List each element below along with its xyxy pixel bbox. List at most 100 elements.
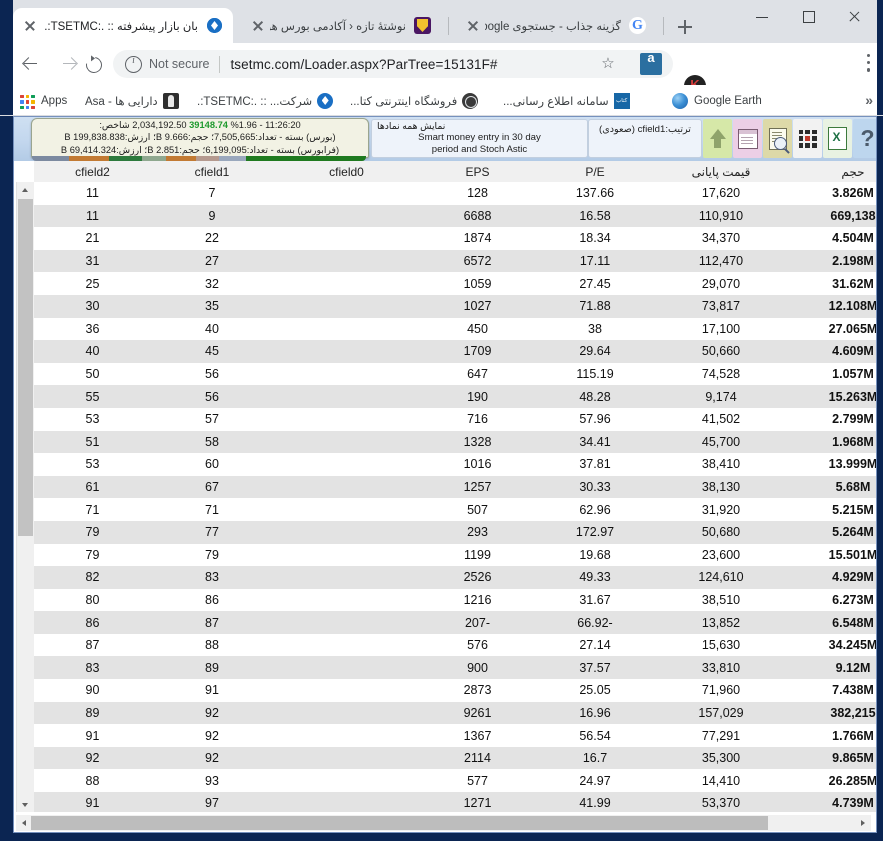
column-header-closing-price[interactable]: قیمت پایانی (655, 161, 787, 183)
excel-export-button[interactable] (823, 119, 852, 158)
column-header-cfield1[interactable]: cfield1 (151, 161, 273, 183)
cell-pe: 29.64 (535, 340, 655, 363)
cell-f0 (273, 317, 420, 341)
table-row[interactable]: بکرمان9.12M33,81037.579008983 (34, 656, 877, 680)
table-row[interactable]: فرابورس12.108M73,81771.8810273530 (34, 294, 877, 318)
table-row[interactable]: تایرا5.68M38,13030.3312576761 (34, 475, 877, 499)
table-row[interactable]: غشصفا5.215M31,92062.965077171 (34, 498, 877, 521)
cell-pe: 62.96 (535, 498, 655, 521)
back-button[interactable] (18, 51, 44, 77)
bookmark-apps[interactable]: Apps (20, 90, 67, 111)
table-row[interactable]: دلر669,138110,91016.586688911 (34, 204, 877, 228)
column-header-volume[interactable]: حجم (787, 161, 877, 183)
cell-f2: 79 (34, 543, 151, 567)
cell-pe: 19.68 (535, 543, 655, 567)
table-row[interactable]: آریا382,215157,02916.9692619289 (34, 701, 877, 725)
cell-vol: 31.62M (787, 272, 877, 295)
url-text[interactable]: tsetmc.com/Loader.aspx?ParTree=15131F# (230, 57, 497, 72)
vertical-scrollbar[interactable] (16, 182, 34, 812)
bookmark-tsetmc[interactable]: شرکت... :: .:TSETMC:. (197, 90, 334, 111)
table-row[interactable]: غفارس6.548M13,852-66.92-2078786 (34, 611, 877, 634)
table-row[interactable]: شگل4.504M34,37018.3418742221 (34, 227, 877, 250)
table-row[interactable]: دبارس2.198M112,47017.1165722731 (34, 249, 877, 273)
scroll-left-button[interactable] (16, 815, 31, 831)
cell-f0 (273, 588, 420, 612)
table-row[interactable]: بورس4.929M124,61049.3325268382 (34, 566, 877, 589)
table-row[interactable]: دکیمی6.273M38,51031.6712168680 (34, 588, 877, 612)
tab-google-search[interactable]: G گزینه جذاب - جستجوی Google (456, 8, 656, 43)
table-row[interactable]: وایران26.285M14,41024.975779388 (34, 769, 877, 793)
bookmark-bookstore[interactable]: فروشگاه اینترنتی کتا... (350, 90, 479, 111)
cell-pe: 18.34 (535, 227, 655, 250)
column-header-cfield0[interactable]: cfield0 (273, 161, 420, 183)
maximize-button[interactable] (785, 0, 831, 33)
ticker-index-prefix: شاخص: (99, 120, 130, 130)
cell-eps: 900 (420, 656, 535, 680)
horizontal-scrollbar[interactable] (16, 815, 871, 831)
bookmark-google-earth[interactable]: Google Earth (672, 90, 762, 111)
table-row[interactable]: ولشرق15.263M9,17448.281905655 (34, 385, 877, 408)
table-row[interactable]: آب13.999M38,41037.8110166053 (34, 453, 877, 476)
site-info-icon[interactable] (125, 55, 142, 73)
amazon-icon[interactable] (640, 50, 662, 75)
help-button[interactable]: ? (853, 119, 877, 158)
table-row[interactable]: وبست27.065M17,100384504036 (34, 317, 877, 341)
cell-f1: 79 (151, 543, 273, 567)
calendar-button[interactable] (733, 119, 762, 158)
address-bar[interactable]: Not secure tsetmc.com/Loader.aspx?ParTre… (113, 50, 673, 78)
bookmark-asa[interactable]: دارایی ها - Asa (85, 90, 179, 111)
table-row[interactable]: مفاخر2.799M41,50257.967165753 (34, 407, 877, 431)
ticker-percent: %1.96 (230, 120, 257, 130)
table-row[interactable]: زگلدشت4.609M50,66029.6417094540 (34, 340, 877, 363)
table-row[interactable]: بفجر9.865M35,30016.721149292 (34, 746, 877, 770)
cell-f1: 60 (151, 453, 273, 476)
bookmark-information-system[interactable]: سامانه اطلاع رسانی... (503, 90, 630, 111)
tab-academy[interactable]: نوشتهٔ تازه ‹ آکادمی بورس هو (241, 8, 441, 43)
grid-view-button[interactable] (793, 119, 822, 158)
search-document-button[interactable] (763, 119, 792, 158)
column-header-pe[interactable]: P/E (535, 161, 655, 183)
close-window-button[interactable] (831, 0, 877, 33)
bookmark-label: شرکت... :: .:TSETMC:. (197, 95, 313, 108)
table-row[interactable]: شفارس5.264M50,680172.972937779 (34, 520, 877, 544)
table-row[interactable]: غالبر3.826M17,620137.66128711 (34, 182, 877, 205)
table-row[interactable]: قرن7.438M71,96025.0528739190 (34, 679, 877, 702)
bookmark-star-icon[interactable]: ☆ (600, 56, 616, 72)
new-tab-button[interactable] (675, 17, 694, 36)
table-row[interactable]: تاصیکو34.245M15,63027.145768887 (34, 633, 877, 657)
cell-f0 (273, 340, 420, 363)
scroll-up-button[interactable] (17, 182, 34, 197)
ticker-time: 11:26:20 (265, 120, 301, 130)
cell-close: 157,029 (655, 701, 787, 725)
vertical-scrollbar-thumb[interactable] (18, 199, 33, 536)
column-header-eps[interactable]: EPS (420, 161, 535, 183)
kebab-menu-icon[interactable] (867, 54, 871, 74)
toolbar-edge-right (877, 43, 883, 85)
cell-vol: 4.609M (787, 340, 877, 363)
scroll-top-button[interactable] (703, 119, 732, 158)
tab-tsetmc[interactable]: بان بازار پیشرفته :: .:TSETMC:. (13, 8, 233, 43)
table-row[interactable]: کساوه1.968M45,70034.4113285851 (34, 430, 877, 454)
filter-description-box[interactable]: نمایش همه نمادها Smart money entry in 30… (371, 119, 588, 158)
minimize-button[interactable] (739, 0, 785, 33)
cell-f0 (273, 679, 420, 702)
purple-shield-icon (414, 17, 431, 34)
tab-separator (448, 17, 449, 35)
scroll-right-button[interactable] (856, 815, 871, 831)
table-row[interactable]: کاذر4.739M53,37041.9912719791 (34, 792, 877, 812)
close-icon[interactable] (22, 18, 38, 34)
sort-indicator-box[interactable]: ترتیب:cfield1 (صعودی) (588, 119, 702, 158)
horizontal-scrollbar-thumb[interactable] (31, 816, 768, 830)
bookmarks-overflow-icon[interactable]: » (865, 92, 873, 108)
column-header-cfield2[interactable]: cfield2 (34, 161, 151, 183)
table-row[interactable]: کشرق1.766M77,29156.5413679291 (34, 724, 877, 747)
cell-f0 (273, 204, 420, 228)
cell-f2: 92 (34, 746, 151, 770)
scroll-down-button[interactable] (17, 797, 34, 812)
close-icon[interactable] (250, 18, 266, 34)
table-row[interactable]: وبترو15.501M23,60019.6811997979 (34, 543, 877, 567)
close-icon[interactable] (465, 18, 481, 34)
table-row[interactable]: غباذر1.057M74,528115.196475650 (34, 362, 877, 386)
reload-button[interactable] (80, 51, 106, 77)
table-row[interactable]: سفارس31.62M29,07027.4510593225 (34, 272, 877, 295)
